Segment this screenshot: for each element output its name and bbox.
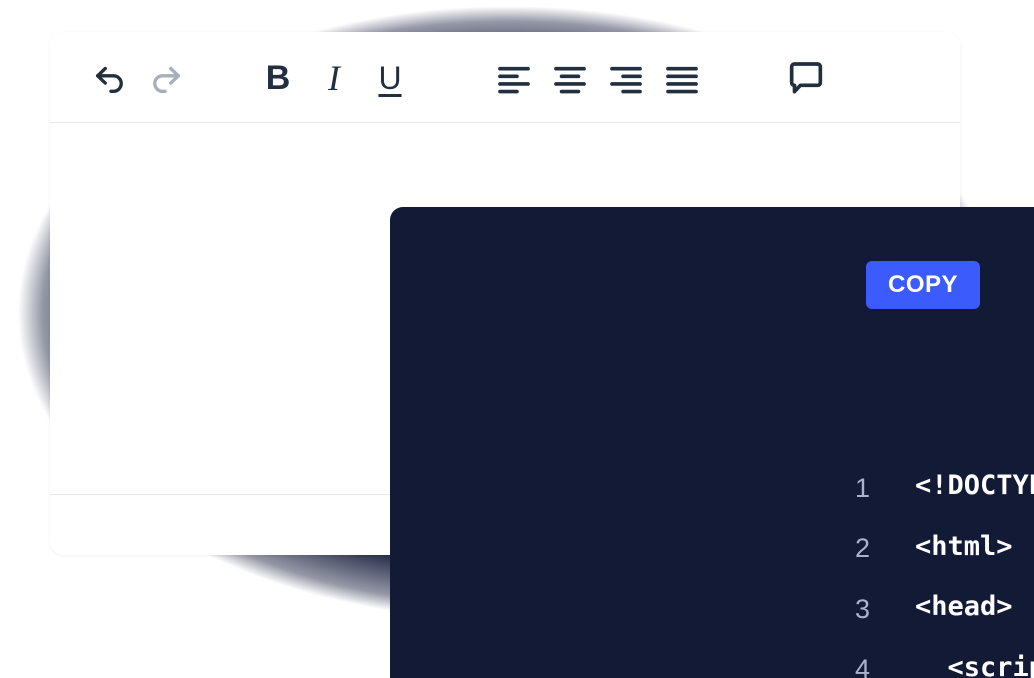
- screenshot-root: B I U 1 <!DOCTY 2 <html> 3 <head> 4 <scr…: [0, 0, 1034, 678]
- align-right-icon: [607, 59, 645, 97]
- undo-arrow-icon: [91, 59, 129, 97]
- comment-bubble-icon: [786, 58, 826, 98]
- comment-button[interactable]: [778, 50, 834, 106]
- undo-button[interactable]: [82, 50, 138, 106]
- code-line-number: 4: [854, 654, 870, 678]
- code-line-text: <!DOCTYPE html>: [915, 470, 1034, 501]
- redo-arrow-icon: [147, 59, 185, 97]
- code-line-text: <html>: [915, 531, 1013, 562]
- bold-icon: B: [265, 58, 291, 97]
- code-line-number: 3: [854, 594, 870, 624]
- underline-icon: U: [378, 59, 402, 96]
- italic-button[interactable]: I: [306, 50, 362, 106]
- align-center-button[interactable]: [542, 50, 598, 106]
- align-justify-icon: [663, 59, 701, 97]
- code-line-text: <script src="https://: [947, 652, 1034, 678]
- code-line-text: <head>: [915, 591, 1013, 622]
- underline-button[interactable]: U: [362, 50, 418, 106]
- toolbar-bottom-divider: [50, 122, 960, 123]
- redo-button[interactable]: [138, 50, 194, 106]
- align-justify-button[interactable]: [654, 50, 710, 106]
- editor-toolbar: B I U: [50, 32, 960, 123]
- align-left-icon: [495, 59, 533, 97]
- italic-icon: I: [328, 57, 340, 98]
- copy-code-button[interactable]: COPY: [866, 261, 980, 309]
- align-left-button[interactable]: [486, 50, 542, 106]
- code-line-number: 2: [854, 533, 870, 563]
- align-right-button[interactable]: [598, 50, 654, 106]
- code-line-number: 1: [854, 473, 870, 503]
- align-center-icon: [551, 59, 589, 97]
- bold-button[interactable]: B: [250, 50, 306, 106]
